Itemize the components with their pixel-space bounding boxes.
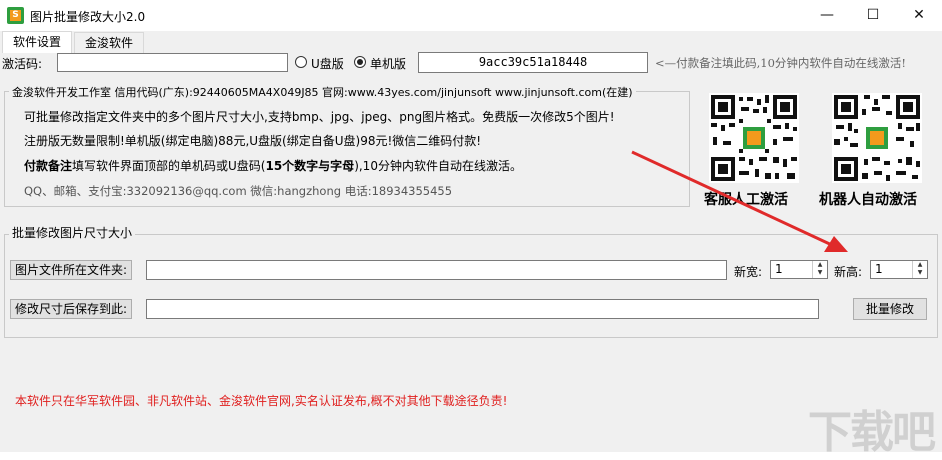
annotation-arrow-icon	[631, 150, 848, 252]
height-value: 1	[875, 262, 883, 276]
source-folder-button[interactable]: 图片文件所在文件夹:	[10, 260, 132, 280]
info-line-3-end: ),10分钟内软件自动在线激活。	[354, 159, 522, 173]
batch-modify-button[interactable]: 批量修改	[853, 298, 927, 320]
radio-pc-version[interactable]	[354, 56, 366, 68]
footer-notice: 本软件只在华军软件园、非凡软件站、金浚软件官网,实名认证发布,概不对其他下载途径…	[15, 394, 508, 408]
width-label: 新宽:	[734, 265, 763, 279]
tab-jinjun-software[interactable]: 金浚软件	[74, 32, 145, 53]
width-spinner[interactable]: 1 ▲ ▼	[770, 260, 828, 279]
spin-down-icon[interactable]: ▼	[913, 269, 927, 277]
radio-usb-version[interactable]	[295, 56, 307, 68]
spin-up-icon[interactable]: ▲	[913, 261, 927, 269]
info-line-2: 注册版无数量限制!单机版(绑定电脑)88元,U盘版(绑定自备U盘)98元!微信二…	[24, 134, 482, 148]
watermark-logo: 下载吧	[808, 407, 936, 458]
activation-code-input[interactable]	[57, 53, 288, 72]
info-line-3: 付款备注填写软件界面顶部的单机码或U盘码(15个数字与字母),10分钟内软件自动…	[24, 157, 522, 174]
info-line-3-bold2: 15个数字与字母	[265, 159, 355, 173]
maximize-button[interactable]: ☐	[850, 0, 896, 31]
info-legend: 金浚软件开发工作室 信用代码(广东):92440605MA4X049J85 官网…	[9, 84, 636, 100]
radio-pc-label: 单机版	[370, 57, 407, 71]
info-line-3-text: 填写软件界面顶部的单机码或U盘码(	[72, 159, 266, 173]
activation-hint: <—付款备注填此码,10分钟内软件自动在线激活!	[655, 56, 907, 70]
activation-code-label: 激活码:	[2, 57, 43, 71]
radio-usb-label: U盘版	[311, 57, 344, 71]
app-icon: S	[7, 7, 24, 24]
spin-up-icon[interactable]: ▲	[813, 261, 827, 269]
minimize-button[interactable]: —	[804, 0, 850, 31]
target-folder-input[interactable]	[146, 299, 819, 319]
info-line-1: 可批量修改指定文件夹中的多个图片尺寸大小,支持bmp、jpg、jpeg、png图…	[24, 110, 615, 124]
source-folder-input[interactable]	[146, 260, 727, 280]
spin-down-icon[interactable]: ▼	[813, 269, 827, 277]
contact-line: QQ、邮箱、支付宝:332092136@qq.com 微信:hangzhong …	[24, 184, 453, 198]
target-folder-button[interactable]: 修改尺寸后保存到此:	[10, 299, 132, 319]
app-icon-letter: S	[10, 10, 21, 21]
height-spinner[interactable]: 1 ▲ ▼	[870, 260, 928, 279]
tab-software-settings[interactable]: 软件设置	[2, 31, 73, 54]
resize-legend: 批量修改图片尺寸大小	[9, 224, 136, 241]
info-line-3-bold: 付款备注	[24, 159, 73, 173]
height-label: 新高:	[834, 265, 863, 279]
machine-code-field[interactable]: 9acc39c51a18448	[418, 52, 648, 73]
width-value: 1	[775, 262, 783, 276]
window-title: 图片批量修改大小2.0	[30, 10, 146, 24]
close-button[interactable]: ✕	[896, 0, 942, 31]
